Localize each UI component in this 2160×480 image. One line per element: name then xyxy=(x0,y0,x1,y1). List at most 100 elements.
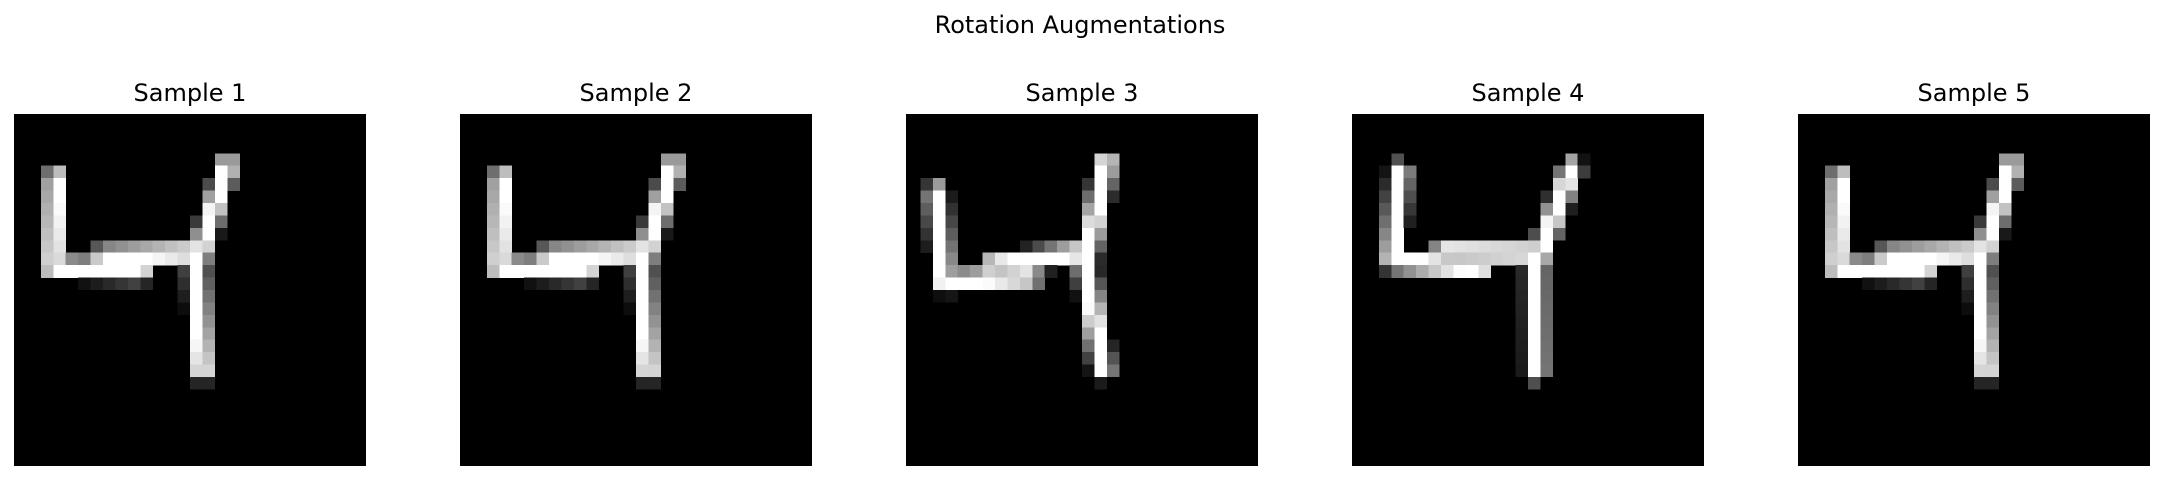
digit-pixel xyxy=(648,364,662,378)
digit-pixel xyxy=(1528,364,1541,378)
digit-pixel xyxy=(1019,265,1033,278)
digit-pixel xyxy=(499,227,512,241)
digit-pixel xyxy=(648,203,662,216)
digit-pixel xyxy=(1540,352,1554,365)
digit-pixel xyxy=(1069,290,1083,303)
digit-pixel xyxy=(1540,203,1554,216)
digit-pixel xyxy=(1082,277,1095,291)
digit-pixel xyxy=(190,364,203,378)
digit-pixel xyxy=(573,265,587,278)
digit-pixel xyxy=(1082,252,1095,266)
digit-pixel xyxy=(536,265,550,278)
digit-pixel xyxy=(1577,153,1591,166)
digit-pixel xyxy=(2011,165,2024,179)
digit-pixel xyxy=(1936,240,1950,253)
digit-pixel xyxy=(1974,252,1987,266)
digit-pixel xyxy=(190,290,203,303)
digit-pixel xyxy=(1094,203,1108,216)
digit-pixel xyxy=(1391,265,1404,278)
digit-pixel xyxy=(611,240,624,253)
digit-pixel xyxy=(1986,252,2000,266)
digit-pixel xyxy=(227,178,240,191)
digit-pixel xyxy=(636,339,649,353)
digit-pixel xyxy=(190,314,203,328)
digit-pixels-2 xyxy=(486,153,686,390)
digit-pixel xyxy=(1515,314,1529,328)
digit-pixel xyxy=(623,265,637,278)
digit-pixel xyxy=(1824,265,1838,278)
digit-pixel xyxy=(945,277,958,291)
digit-pixel xyxy=(1528,352,1541,365)
digit-pixel xyxy=(536,240,550,253)
digit-pixel xyxy=(214,165,228,179)
digit-pixel xyxy=(1403,165,1417,179)
digit-pixel xyxy=(1552,215,1566,229)
digit-pixel xyxy=(202,227,216,241)
digit-pixel xyxy=(623,290,637,303)
digit-pixel xyxy=(1552,165,1566,179)
digit-pixel xyxy=(1465,252,1479,266)
digit-pixel xyxy=(957,277,971,291)
digit-pixel xyxy=(660,190,674,204)
digit-pixel xyxy=(511,252,525,266)
digit-pixel xyxy=(598,252,612,266)
digit-pixel xyxy=(1998,215,2012,229)
digit-pixel xyxy=(40,265,54,278)
digit-pixel xyxy=(1082,290,1095,303)
digit-pixel xyxy=(190,227,203,241)
digit-pixel xyxy=(1403,178,1417,191)
digit-pixel xyxy=(1986,240,2000,253)
digit-pixel xyxy=(152,240,166,253)
digit-pixel xyxy=(1391,215,1404,229)
digit-pixel xyxy=(648,190,662,204)
digit-pixel xyxy=(945,290,958,303)
digit-pixel xyxy=(1378,178,1392,191)
digit-pixel xyxy=(1094,165,1108,179)
digit-pixel xyxy=(1974,377,1987,390)
digit-pixel xyxy=(1924,252,1937,266)
digit-pixel xyxy=(673,153,686,166)
digit-pixel xyxy=(1552,190,1566,204)
digit-pixel xyxy=(1416,265,1429,278)
digit-pixel xyxy=(1837,265,1850,278)
digit-pixel xyxy=(1528,252,1541,266)
digit-pixel xyxy=(1974,227,1987,241)
digit-pixel xyxy=(536,252,550,266)
digit-pixel xyxy=(1849,265,1863,278)
digit-pixel xyxy=(945,252,958,266)
digit-pixel xyxy=(945,190,958,204)
digit-pixel xyxy=(920,215,934,229)
digit-pixel xyxy=(636,277,649,291)
digit-pixel xyxy=(1887,240,1900,253)
digit-pixel xyxy=(1849,252,1863,266)
digit-pixel xyxy=(1391,203,1404,216)
digit-pixel xyxy=(499,240,512,253)
digit-pixel xyxy=(1961,240,1975,253)
digit-image-4 xyxy=(1352,114,1704,466)
digit-pixel xyxy=(202,215,216,229)
digit-pixel xyxy=(995,265,1008,278)
digit-pixel xyxy=(127,252,141,266)
digit-pixel xyxy=(90,277,104,291)
digit-pixel xyxy=(1391,178,1404,191)
digit-pixel xyxy=(636,377,649,390)
digit-pixel xyxy=(115,240,129,253)
digit-pixel xyxy=(1082,314,1095,328)
digit-pixel xyxy=(1082,227,1095,241)
digit-pixel xyxy=(78,277,91,291)
digit-pixel xyxy=(103,277,116,291)
digit-pixel xyxy=(202,277,216,291)
digit-pixel xyxy=(1565,165,1578,179)
digit-pixel xyxy=(1974,364,1987,378)
digit-pixel xyxy=(1949,240,1962,253)
digit-pixel xyxy=(1552,203,1566,216)
digit-pixel xyxy=(1032,240,1045,253)
digit-pixel xyxy=(1986,277,2000,291)
digit-pixel xyxy=(1007,265,1021,278)
digit-pixel xyxy=(1540,339,1554,353)
digit-pixel xyxy=(1094,314,1108,328)
digit-pixel xyxy=(1106,165,1120,179)
digit-pixel xyxy=(1094,277,1108,291)
digit-pixel xyxy=(1515,302,1529,316)
digit-pixel xyxy=(1552,227,1566,241)
